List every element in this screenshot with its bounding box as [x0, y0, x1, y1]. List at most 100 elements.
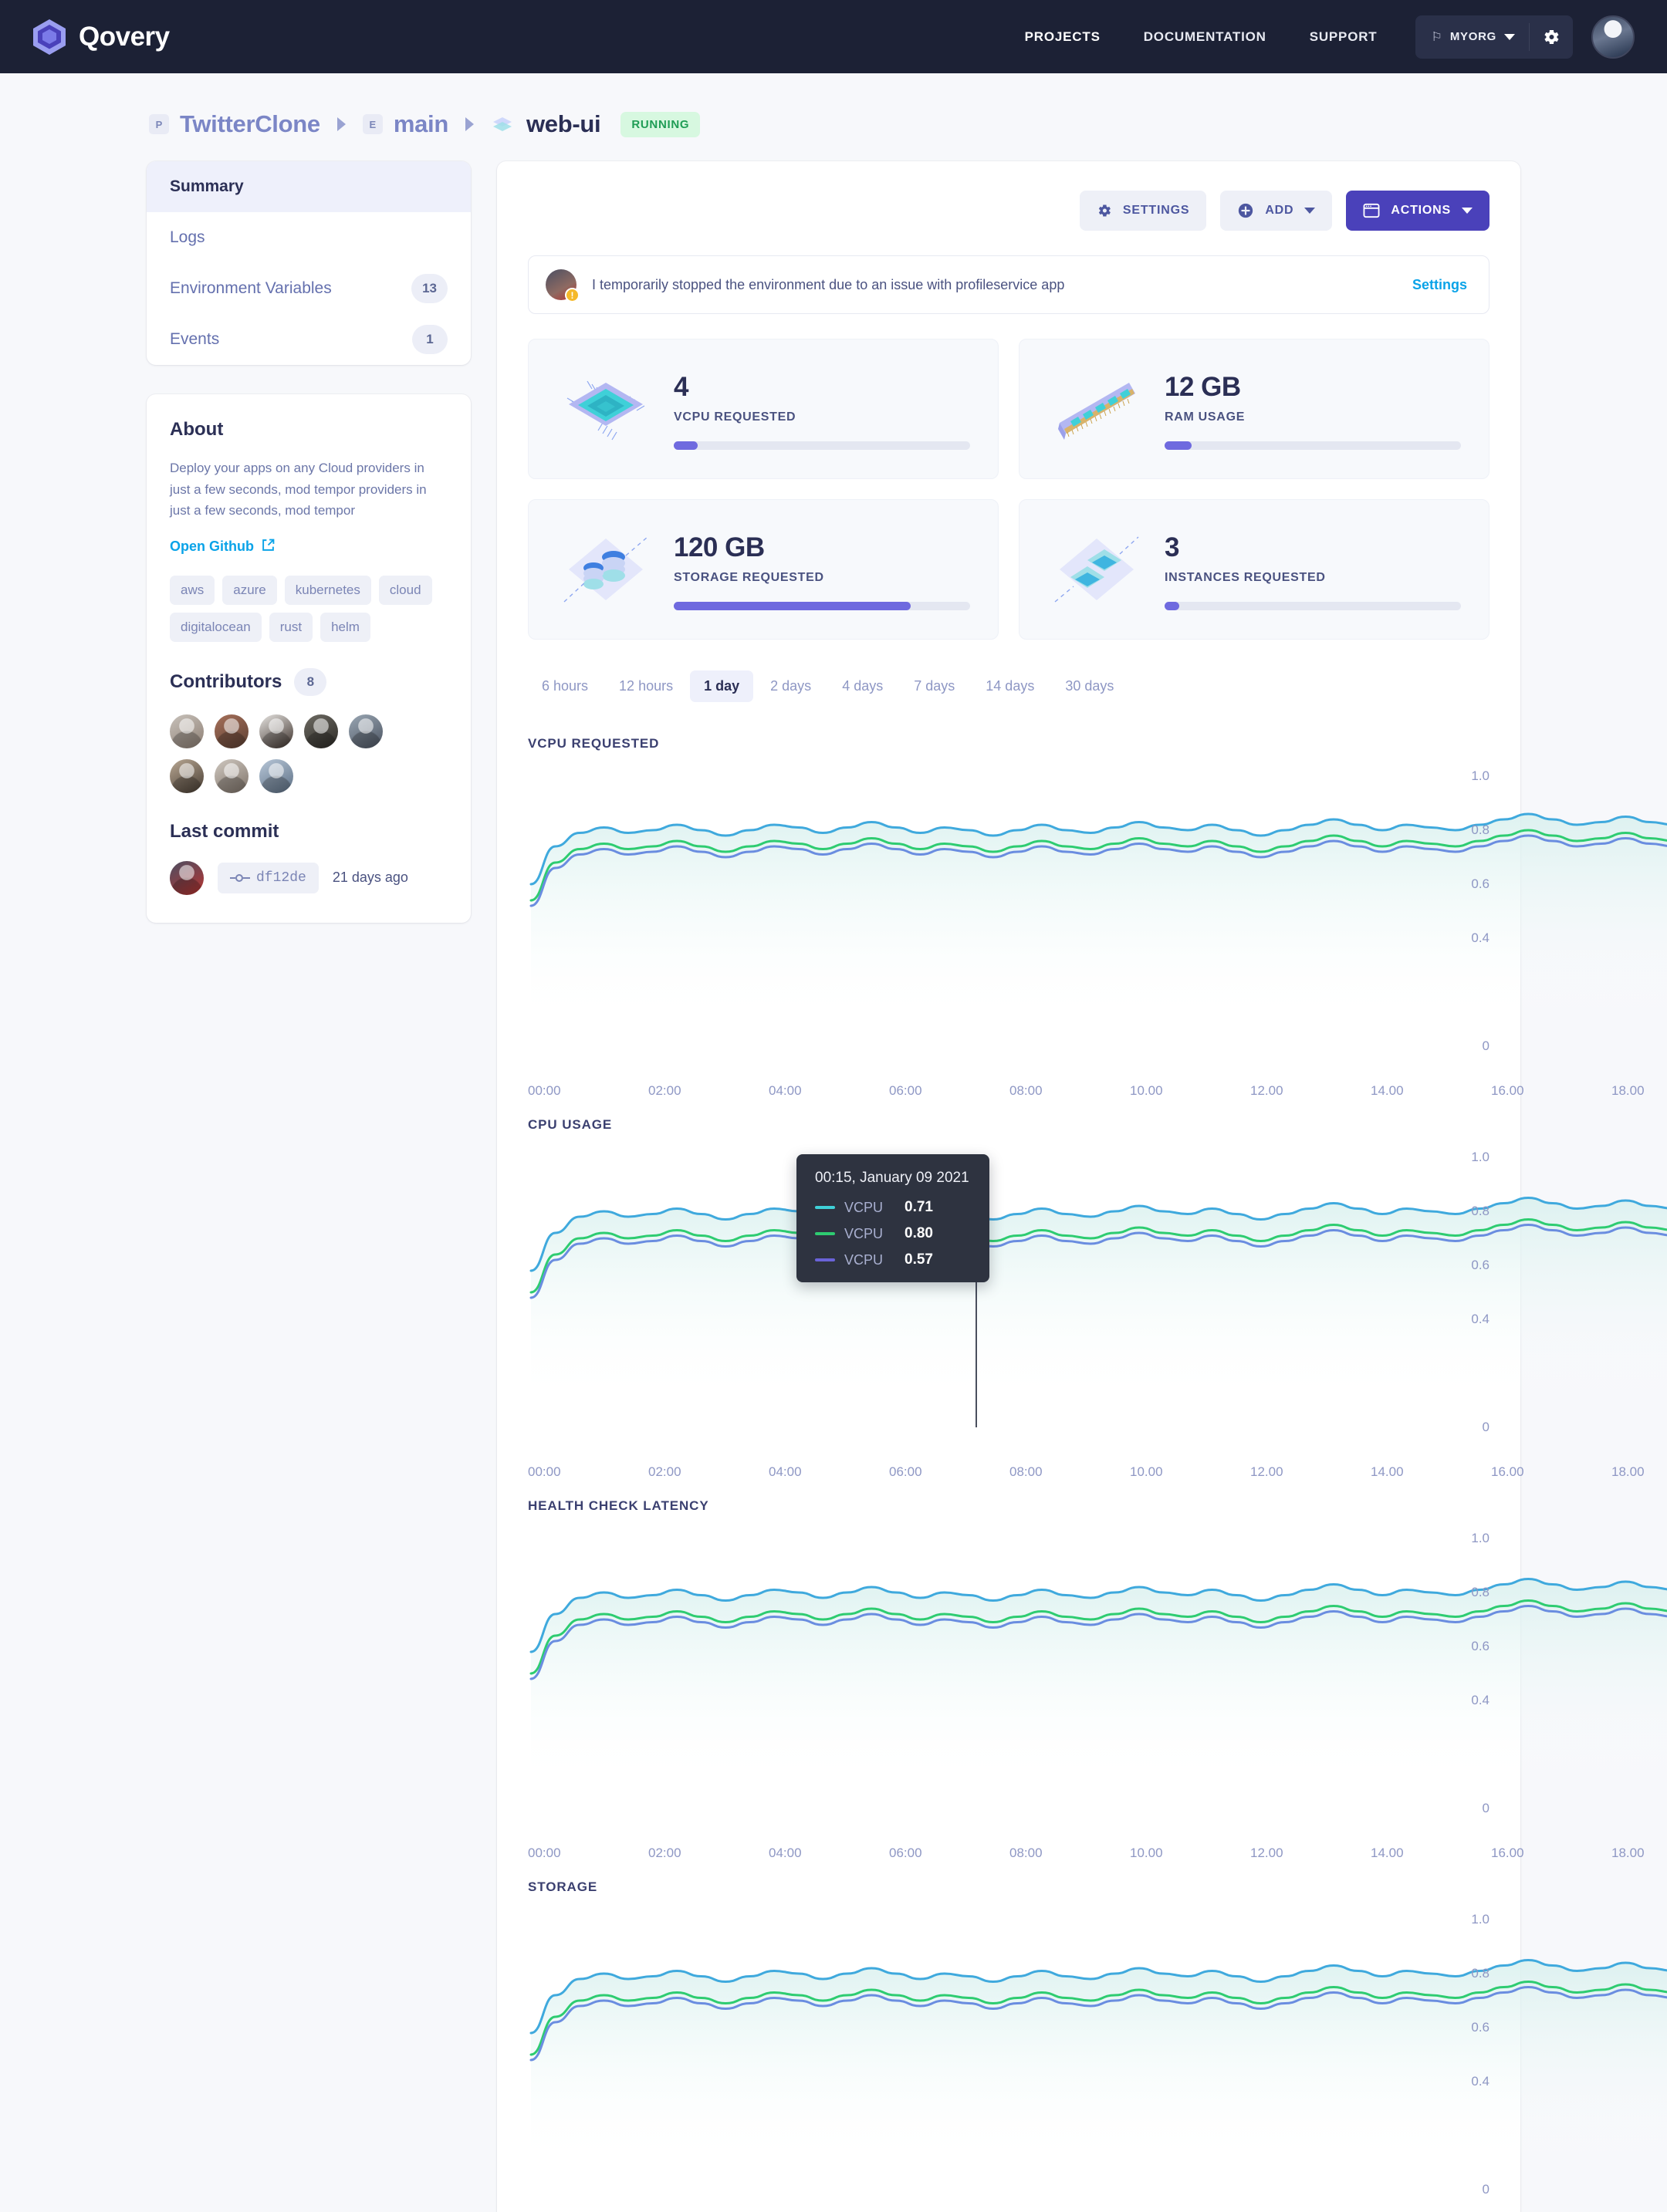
- range-tab-4-days[interactable]: 4 days: [828, 670, 897, 702]
- stat-card-ram: 12 GB RAM USAGE: [1019, 339, 1489, 479]
- tooltip-row: VCPU 0.71: [815, 1199, 969, 1216]
- chart-x-axis: 00:00 02:00 04:00 06:00 08:00 10.00 12.00 14.00…: [528, 1846, 1667, 1861]
- sidebar-item-label: Events: [170, 330, 220, 348]
- chart-x-tick: 10.00: [1130, 1083, 1163, 1098]
- tooltip-series-name: VCPU: [844, 1251, 884, 1268]
- chart-x-tick: 08:00: [1009, 1464, 1043, 1479]
- breadcrumb-project[interactable]: TwitterClone: [180, 110, 320, 138]
- avatar[interactable]: [170, 714, 204, 748]
- org-settings-button[interactable]: [1530, 15, 1573, 59]
- contributors-title: Contributors: [170, 670, 282, 692]
- range-tab-12-hours[interactable]: 12 hours: [605, 670, 687, 702]
- chart-x-tick: 00:00: [528, 1083, 561, 1098]
- avatar[interactable]: [259, 758, 293, 793]
- chevron-down-icon: [1504, 33, 1515, 40]
- chart-x-tick: 06:00: [889, 1846, 922, 1860]
- progress-bar: [674, 441, 970, 450]
- gear-icon: [1544, 29, 1559, 44]
- nav-link-support[interactable]: SUPPORT: [1288, 29, 1399, 45]
- org-switcher[interactable]: ⚐ MYORG: [1415, 15, 1529, 59]
- chart-vcpu-requested: VCPU REQUESTED 1.0 0.8 0.6 0.4 0 00:00 02:00 04…: [528, 736, 1667, 1098]
- range-tab-7-days[interactable]: 7 days: [900, 670, 969, 702]
- chart-y-tick: 0: [1482, 1420, 1489, 1434]
- storage-disks-icon: [556, 528, 655, 611]
- tooltip-series-value: 0.80: [905, 1225, 933, 1241]
- chart-x-tick: 16.00: [1491, 1846, 1524, 1860]
- add-button[interactable]: ADD: [1220, 191, 1333, 231]
- tag-item[interactable]: rust: [269, 612, 313, 642]
- chart-cpu-usage: CPU USAGE 00:15, January 09 2021 VCPU 0.…: [528, 1117, 1667, 1479]
- chart-x-tick: 00:00: [528, 1846, 561, 1860]
- chart-x-tick: 00:00: [528, 1464, 561, 1479]
- chart-plot-area[interactable]: 00:15, January 09 2021 VCPU 0.71 VCPU 0.…: [528, 1143, 1667, 1479]
- chart-y-tick: 0: [1482, 1801, 1489, 1815]
- chevron-right-icon: [336, 117, 346, 131]
- range-tab-6-hours[interactable]: 6 hours: [528, 670, 602, 702]
- sidebar-item-logs[interactable]: Logs: [147, 212, 471, 263]
- settings-label: SETTINGS: [1122, 204, 1190, 217]
- notice-avatar: !: [546, 269, 580, 302]
- actions-button[interactable]: ACTIONS: [1346, 191, 1489, 231]
- stat-body: 3 INSTANCES REQUESTED: [1165, 529, 1461, 610]
- chart-y-tick: 0.4: [1471, 1312, 1489, 1326]
- range-tab-14-days[interactable]: 14 days: [972, 670, 1048, 702]
- tag-item[interactable]: helm: [320, 612, 370, 642]
- commit-hash-chip[interactable]: df12de: [218, 862, 319, 893]
- avatar: [170, 860, 204, 895]
- range-tab-1-day[interactable]: 1 day: [690, 670, 754, 702]
- about-title: About: [170, 419, 224, 440]
- chart-plot-area[interactable]: 1.00.80.60.4000:0002:0004:0006:0008:0010…: [528, 762, 1667, 1098]
- window-icon: [1363, 203, 1380, 218]
- avatar[interactable]: [170, 758, 204, 793]
- chart-x-tick: 14.00: [1371, 1083, 1404, 1098]
- nav-link-documentation[interactable]: DOCUMENTATION: [1122, 29, 1288, 45]
- brand-logo-group[interactable]: Qovery: [32, 19, 170, 56]
- breadcrumb-environment[interactable]: main: [394, 110, 448, 138]
- sidebar-item-count: 1: [412, 325, 448, 354]
- nav-link-projects[interactable]: PROJECTS: [1003, 29, 1122, 45]
- chart-x-tick: 08:00: [1009, 1083, 1043, 1098]
- stat-body: 4 VCPU REQUESTED: [674, 369, 970, 450]
- chart-plot-area[interactable]: 1.00.80.60.4000:0002:0004:0006:0008:0010…: [528, 1906, 1667, 2212]
- avatar[interactable]: [349, 714, 383, 748]
- sidebar-item-label: Environment Variables: [170, 279, 332, 297]
- settings-button[interactable]: SETTINGS: [1079, 191, 1207, 231]
- tag-item[interactable]: kubernetes: [284, 575, 371, 605]
- chart-y-tick: 1.0: [1471, 1150, 1489, 1164]
- chart-x-tick: 18.00: [1611, 1464, 1645, 1479]
- notice-message: I temporarily stopped the environment du…: [592, 276, 1065, 292]
- chart-x-tick: 14.00: [1371, 1464, 1404, 1479]
- project-badge: P: [149, 114, 169, 134]
- stats-grid: 4 VCPU REQUESTED 12 GB RAM USAGE 120 GB …: [528, 339, 1489, 640]
- actions-label: ACTIONS: [1391, 204, 1451, 217]
- tag-item[interactable]: digitalocean: [170, 612, 262, 642]
- stat-label: RAM USAGE: [1165, 410, 1246, 424]
- sidebar-item-summary[interactable]: Summary: [147, 161, 471, 212]
- tag-item[interactable]: aws: [170, 575, 215, 605]
- notice-settings-link[interactable]: Settings: [1412, 277, 1467, 293]
- user-avatar[interactable]: [1591, 15, 1635, 59]
- tooltip-series-value: 0.57: [905, 1251, 933, 1268]
- chart-y-tick: 0: [1482, 1038, 1489, 1053]
- chart-x-tick: 04:00: [769, 1464, 802, 1479]
- avatar[interactable]: [215, 714, 249, 748]
- breadcrumb-application: web-ui: [526, 110, 601, 137]
- range-tab-30-days[interactable]: 30 days: [1051, 670, 1128, 702]
- tag-item[interactable]: cloud: [378, 575, 432, 605]
- body-layout: Summary Logs Environment Variables 13 Ev…: [147, 161, 1667, 2212]
- chart-x-tick: 02:00: [648, 1464, 681, 1479]
- open-github-link[interactable]: Open Github: [170, 539, 275, 556]
- chart-y-tick: 0.6: [1471, 1639, 1489, 1653]
- chart-title: HEALTH CHECK LATENCY: [528, 1498, 709, 1513]
- chart-plot-area[interactable]: 1.00.80.60.4000:0002:0004:0006:0008:0010…: [528, 1525, 1667, 1860]
- avatar[interactable]: [304, 714, 338, 748]
- sidebar-item-events[interactable]: Events 1: [147, 314, 471, 365]
- progress-bar: [1165, 441, 1461, 450]
- avatar[interactable]: [259, 714, 293, 748]
- chart-series-svg: [529, 812, 1667, 1023]
- sidebar-item-environment-variables[interactable]: Environment Variables 13: [147, 263, 471, 314]
- tag-item[interactable]: azure: [222, 575, 277, 605]
- range-tab-2-days[interactable]: 2 days: [756, 670, 825, 702]
- avatar[interactable]: [215, 758, 249, 793]
- commit-time: 21 days ago: [332, 870, 408, 886]
